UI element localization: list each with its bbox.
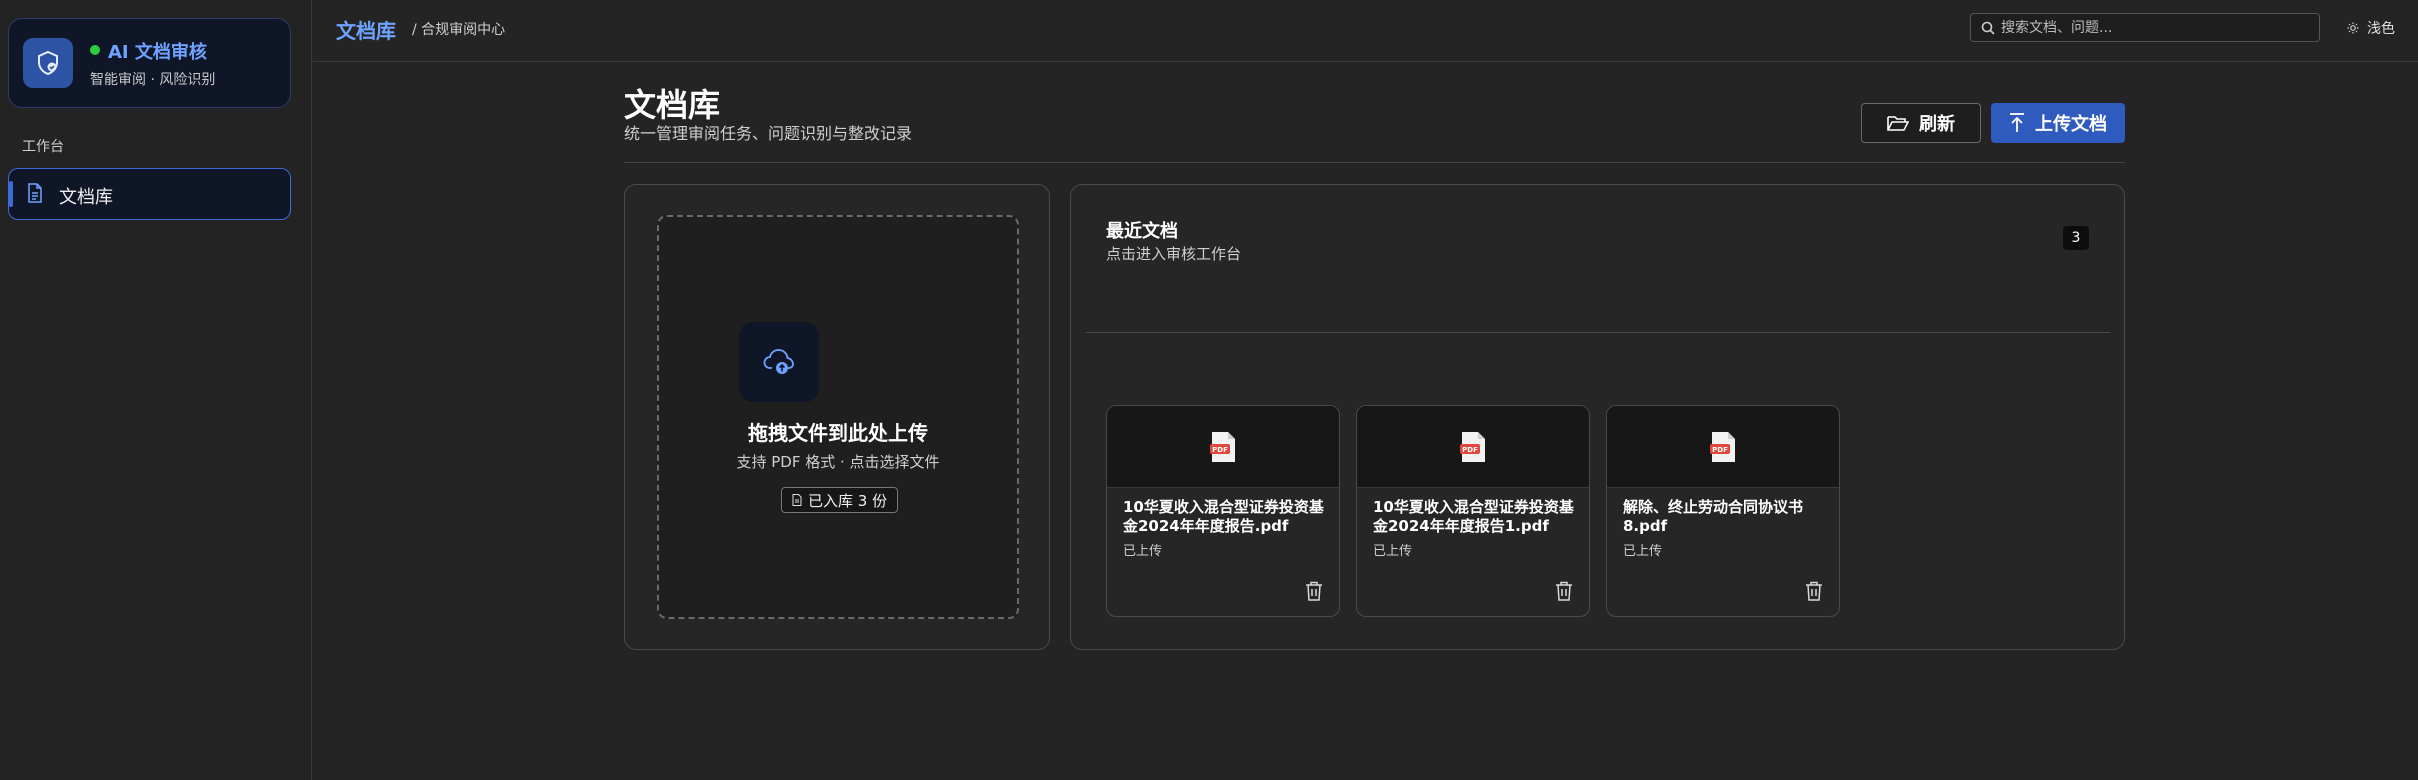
document-thumbnail: PDF bbox=[1607, 406, 1839, 488]
brand-card[interactable]: AI 文档审核 智能审阅 · 风险识别 bbox=[8, 18, 291, 108]
pdf-icon: PDF bbox=[1710, 431, 1735, 462]
theme-toggle[interactable]: 浅色 bbox=[2347, 18, 2395, 38]
search-box[interactable] bbox=[1970, 13, 2320, 42]
cloud-upload-icon bbox=[739, 322, 819, 402]
search-icon bbox=[1981, 21, 1995, 35]
section-label-workspace: 工作台 bbox=[22, 139, 64, 155]
svg-text:PDF: PDF bbox=[1212, 446, 1228, 454]
sidebar-item-label: 文档库 bbox=[59, 187, 113, 208]
stored-count-badge: 已入库 3 份 bbox=[781, 487, 899, 513]
document-thumbnail: PDF bbox=[1107, 406, 1339, 488]
trash-icon[interactable] bbox=[1305, 581, 1323, 605]
document-count-badge: 3 bbox=[2063, 226, 2089, 250]
search-input[interactable] bbox=[2001, 16, 2311, 40]
trash-icon[interactable] bbox=[1805, 581, 1823, 605]
document-status: 已上传 bbox=[1623, 544, 1663, 559]
document-status: 已上传 bbox=[1123, 544, 1163, 559]
svg-text:PDF: PDF bbox=[1712, 446, 1728, 454]
recent-title: 最近文档 bbox=[1106, 221, 1178, 242]
pdf-icon: PDF bbox=[1210, 431, 1235, 462]
recent-subtitle: 点击进入审核工作台 bbox=[1106, 245, 1242, 263]
document-card[interactable]: PDF 解除、终止劳动合同协议书8.pdf 已上传 bbox=[1606, 405, 1840, 617]
folder-open-icon bbox=[1887, 116, 1909, 131]
recent-divider bbox=[1086, 332, 2110, 333]
theme-label: 浅色 bbox=[2367, 21, 2395, 37]
document-card[interactable]: PDF 10华夏收入混合型证券投资基金2024年年度报告1.pdf 已上传 bbox=[1356, 405, 1590, 617]
document-name: 解除、终止劳动合同协议书8.pdf bbox=[1623, 498, 1804, 535]
active-indicator bbox=[9, 181, 13, 207]
refresh-label: 刷新 bbox=[1919, 114, 1955, 135]
stored-count-label: 已入库 3 份 bbox=[808, 491, 888, 510]
upload-arrow-icon bbox=[2010, 113, 2024, 132]
sun-icon bbox=[2347, 22, 2359, 34]
recent-documents-panel: 最近文档 点击进入审核工作台 3 PDF 10华夏收入混合型证券投资基金2024… bbox=[1070, 184, 2125, 650]
sidebar: AI 文档审核 智能审阅 · 风险识别 工作台 文档库 bbox=[0, 0, 312, 780]
document-thumbnail: PDF bbox=[1357, 406, 1589, 488]
upload-button[interactable]: 上传文档 bbox=[1991, 103, 2125, 143]
upload-label: 上传文档 bbox=[2035, 114, 2107, 135]
shield-check-icon bbox=[23, 38, 73, 88]
dropzone-title: 拖拽文件到此处上传 bbox=[748, 421, 928, 445]
document-status: 已上传 bbox=[1373, 544, 1413, 559]
document-name: 10华夏收入混合型证券投资基金2024年年度报告.pdf bbox=[1123, 498, 1324, 535]
dropzone-hint: 支持 PDF 格式 · 点击选择文件 bbox=[736, 453, 940, 471]
page-subtitle: 统一管理审阅任务、问题识别与整改记录 bbox=[624, 124, 913, 143]
svg-text:PDF: PDF bbox=[1462, 446, 1478, 454]
refresh-button[interactable]: 刷新 bbox=[1861, 103, 1981, 143]
breadcrumb-current[interactable]: 文档库 bbox=[336, 15, 396, 44]
document-name: 10华夏收入混合型证券投资基金2024年年度报告1.pdf bbox=[1373, 498, 1574, 535]
app-subtitle: 智能审阅 · 风险识别 bbox=[90, 72, 216, 88]
breadcrumb-parent: / 合规审阅中心 bbox=[412, 22, 506, 38]
document-icon bbox=[27, 183, 43, 207]
document-icon bbox=[792, 494, 802, 506]
header-divider bbox=[624, 162, 2125, 163]
app-title: AI 文档审核 bbox=[108, 42, 207, 63]
pdf-icon: PDF bbox=[1460, 431, 1485, 462]
status-dot bbox=[90, 45, 100, 55]
document-card[interactable]: PDF 10华夏收入混合型证券投资基金2024年年度报告.pdf 已上传 bbox=[1106, 405, 1340, 617]
trash-icon[interactable] bbox=[1555, 581, 1573, 605]
top-bar: 文档库 / 合规审阅中心 浅色 bbox=[313, 0, 2418, 62]
upload-panel: 拖拽文件到此处上传 支持 PDF 格式 · 点击选择文件 已入库 3 份 bbox=[624, 184, 1050, 650]
upload-dropzone[interactable]: 拖拽文件到此处上传 支持 PDF 格式 · 点击选择文件 已入库 3 份 bbox=[657, 215, 1019, 619]
sidebar-item-document-library[interactable]: 文档库 bbox=[8, 168, 291, 220]
